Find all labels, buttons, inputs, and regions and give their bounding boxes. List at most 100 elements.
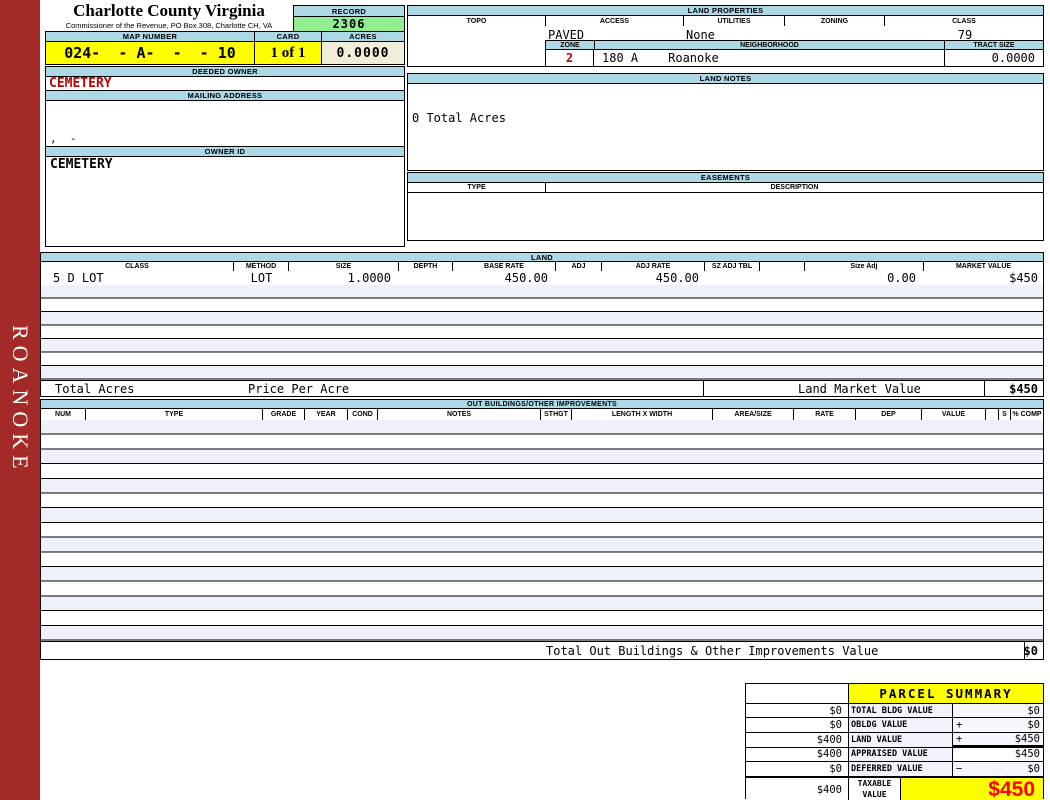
zone-value: 2 (545, 49, 594, 67)
prior-value: $400 (746, 732, 849, 747)
land-table-data-row: 5 D LOT LOT 1.0000 450.00 450.00 0.00 $4… (40, 271, 1044, 285)
mailing-address-box: , - (45, 100, 405, 147)
ob-col-cond: COND (348, 409, 378, 420)
ob-col-pct-comp: % COMP (1012, 411, 1042, 418)
row-value-cell: + $450 (953, 732, 1043, 747)
row-value: $0 (1027, 704, 1040, 717)
ob-col-length-width: LENGTH X WIDTH (572, 409, 713, 420)
land-market-value-label: Land Market Value (798, 381, 921, 396)
land-row-adj-rate: 450.00 (655, 271, 699, 285)
ob-col-s: S (999, 409, 1011, 420)
card-value: 1 of 1 (254, 41, 322, 65)
taxable-prior-value: $400 (746, 777, 849, 800)
ob-col-grade: GRADE (263, 409, 305, 420)
neighborhood-cell: 180 A Roanoke (594, 49, 944, 67)
land-row-base-rate: 450.00 (504, 271, 548, 285)
row-operator: + (956, 719, 963, 732)
land-col-method: METHOD (234, 262, 289, 271)
land-col-size-adj: Size Adj (805, 262, 924, 271)
parcel-summary-title: PARCEL SUMMARY (849, 684, 1043, 703)
land-totals-row: Total Acres Price Per Acre Land Market V… (40, 380, 1044, 397)
divider (984, 381, 985, 396)
ob-col-sthgt: STHGT (541, 409, 572, 420)
out-buildings-total-value: $0 (1023, 643, 1038, 658)
land-row-size-adj: 0.00 (887, 271, 916, 285)
out-buildings-total-row: Total Out Buildings & Other Improvements… (40, 641, 1044, 660)
prior-value: $0 (746, 762, 849, 776)
row-value: $450 (1014, 732, 1040, 745)
summary-row-obldg: $0 OBLDG VALUE + $0 (746, 717, 1043, 732)
page-subtitle: Commissioner of the Revenue, PO Box 308,… (65, 21, 273, 30)
owner-panel-empty-box (45, 171, 405, 247)
prior-value: $0 (746, 718, 849, 732)
land-col-market-value: MARKET VALUE (955, 263, 1012, 270)
taxable-value: $450 (988, 777, 1035, 800)
land-col-size: SIZE (289, 262, 399, 271)
deeded-owner-value: CEMETERY (45, 76, 405, 91)
ob-col-year: YEAR (305, 409, 348, 420)
row-label: LAND VALUE (849, 732, 953, 747)
zoning-column-header: ZONING (785, 16, 885, 26)
divider (703, 381, 704, 396)
tract-size-value: 0.0000 (991, 51, 1035, 65)
easements-box (407, 192, 1044, 241)
ob-col-dep: DEP (856, 409, 922, 420)
neighborhood-header: NEIGHBORHOOD (595, 41, 945, 49)
prior-value: $400 (746, 747, 849, 762)
land-row-size: 1.0000 (347, 271, 391, 285)
land-col-sz-adj-tbl: SZ ADJ TBL (705, 262, 760, 271)
row-operator: + (956, 732, 963, 745)
neighborhood-name: Roanoke (668, 51, 719, 65)
row-value-cell: $450 (953, 747, 1043, 762)
property-record-card: ROANOKE Charlotte County Virginia Commis… (0, 0, 1050, 800)
parcel-summary-header-row: PARCEL SUMMARY (746, 684, 1043, 703)
out-buildings-total-label: Total Out Buildings & Other Improvements… (546, 643, 879, 658)
price-per-acre-label: Price Per Acre (248, 381, 350, 396)
class-column-header: CLASS (952, 17, 976, 25)
map-number-value: 024- - A- - - 10 (45, 41, 255, 65)
ob-col-area-size: AREA/SIZE (713, 409, 794, 420)
utilities-column-header: UTILITIES (684, 16, 785, 26)
tract-size-value-cell: 0.0000 (944, 49, 1044, 67)
parcel-summary-header-blank (746, 684, 849, 703)
ob-col-blank (986, 409, 999, 420)
neighborhood-code: 180 A (602, 51, 639, 65)
prior-value: $0 (746, 704, 849, 718)
summary-row-taxable: $400 TAXABLE VALUE $450 (746, 775, 1043, 800)
divider (1024, 642, 1025, 659)
land-col-class: CLASS (41, 262, 234, 271)
total-acres-label: Total Acres (55, 381, 135, 396)
row-label: APPRAISED VALUE (849, 747, 953, 762)
ob-col-value: VALUE (922, 409, 986, 420)
row-value-cell: + $0 (953, 718, 1043, 732)
easement-type-header: TYPE (408, 183, 546, 192)
summary-row-land: $400 LAND VALUE + $450 (746, 731, 1043, 747)
land-row-method: LOT (250, 271, 273, 285)
row-value: $0 (1027, 762, 1040, 775)
taxable-label: TAXABLE VALUE (849, 777, 901, 800)
topo-column-header: TOPO (408, 16, 546, 26)
out-buildings-empty-rows (40, 420, 1044, 642)
ob-col-notes: NOTES (378, 409, 541, 420)
land-table-empty-rows (40, 285, 1044, 380)
row-label: OBLDG VALUE (849, 718, 953, 732)
land-col-base-rate: BASE RATE (453, 262, 556, 271)
land-row-market-value: $450 (1009, 271, 1038, 285)
land-notes-box: 0 Total Acres (407, 83, 1044, 171)
zone-values-row: 2 180 A Roanoke 0.0000 (545, 49, 1044, 67)
record-value: 2306 (293, 16, 405, 32)
summary-row-appraised: $400 APPRAISED VALUE $450 (746, 746, 1043, 762)
land-col-blank (760, 262, 805, 271)
land-col-adj: ADJ (556, 262, 602, 271)
row-label: DEFERRED VALUE (849, 762, 953, 776)
land-row-class: 5 D LOT (53, 271, 104, 285)
ob-col-num: NUM (41, 409, 86, 420)
row-value: $0 (1027, 719, 1040, 732)
row-value-cell: $0 (953, 704, 1043, 718)
summary-row-deferred: $0 DEFERRED VALUE − $0 (746, 761, 1043, 776)
sidebar-county-label: ROANOKE (8, 325, 33, 475)
easement-description-header: DESCRIPTION (770, 184, 819, 191)
access-column-header: ACCESS (546, 16, 684, 26)
page-title: Charlotte County Virginia (73, 1, 265, 20)
taxable-value-cell: $450 (901, 777, 1043, 800)
